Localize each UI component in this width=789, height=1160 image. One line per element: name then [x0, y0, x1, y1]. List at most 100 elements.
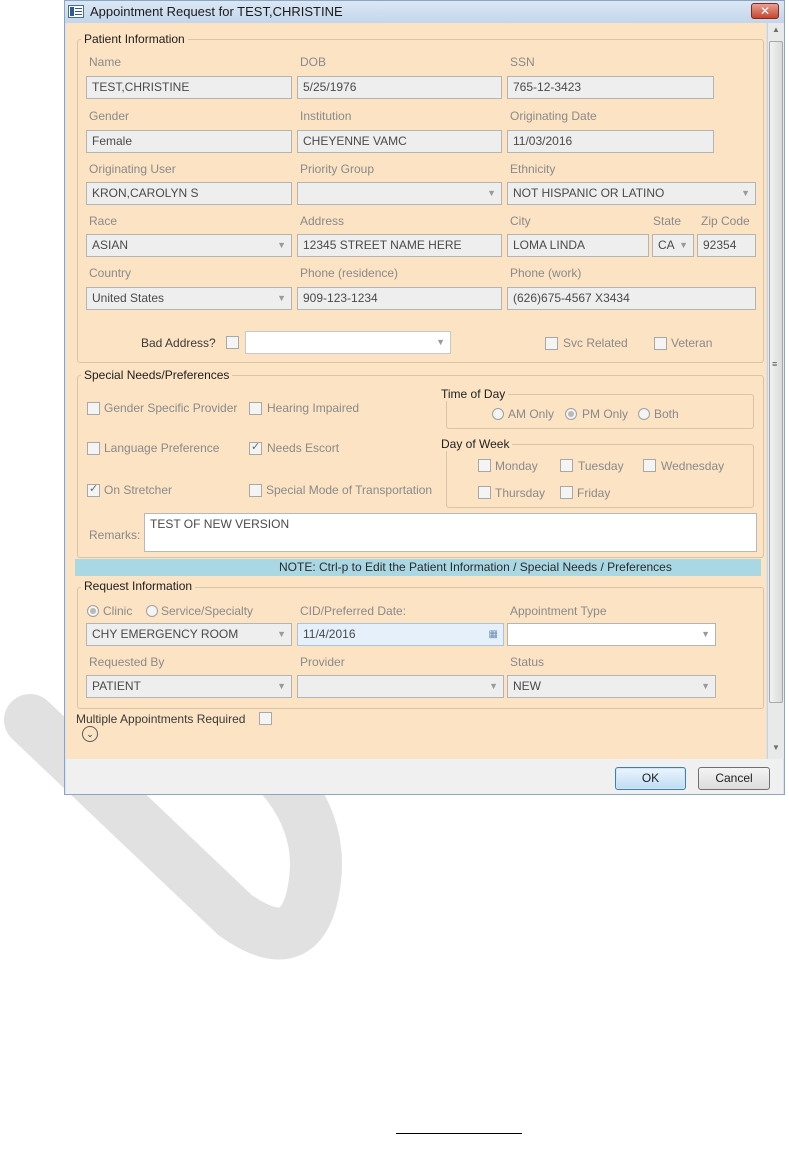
thursday-checkbox[interactable] — [478, 486, 491, 499]
chevron-down-icon: ▼ — [487, 188, 496, 198]
tuesday-checkbox[interactable] — [560, 459, 573, 472]
veteran-checkbox[interactable] — [654, 337, 667, 350]
state-value: CA — [658, 238, 675, 252]
am-only-radio[interactable] — [492, 408, 504, 420]
calendar-icon[interactable]: ▦ — [489, 624, 498, 645]
country-dropdown[interactable]: United States ▼ — [86, 287, 292, 310]
originating-user-field[interactable]: KRON,CAROLYN S — [86, 182, 292, 205]
monday-checkbox[interactable] — [478, 459, 491, 472]
requested-by-value: PATIENT — [92, 679, 141, 693]
ethnicity-label: Ethnicity — [510, 162, 556, 176]
needs-escort-label: Needs Escort — [267, 441, 340, 455]
scroll-grip-icon: ≡ — [772, 359, 778, 369]
chevron-down-icon: ▼ — [701, 681, 710, 691]
needs-escort-checkbox[interactable] — [249, 440, 262, 455]
multiple-appointments-label: Multiple Appointments Required — [76, 712, 246, 726]
time-of-day-title: Time of Day — [438, 387, 509, 401]
clinic-dropdown[interactable]: CHY EMERGENCY ROOM ▼ — [86, 623, 292, 646]
patient-info-title: Patient Information — [81, 32, 188, 46]
cid-date-picker[interactable]: 11/4/2016 ▦ — [297, 623, 504, 646]
language-pref-label: Language Preference — [104, 441, 220, 455]
clinic-radio[interactable] — [87, 605, 99, 617]
service-specialty-radio[interactable] — [146, 605, 158, 617]
language-pref-checkbox[interactable] — [87, 442, 100, 455]
dob-field[interactable]: 5/25/1976 — [297, 76, 502, 99]
chevron-down-icon: ▼ — [277, 681, 286, 691]
zip-label: Zip Code — [701, 214, 750, 228]
ok-button[interactable]: OK — [615, 767, 686, 790]
svc-related-checkbox[interactable] — [545, 337, 558, 350]
friday-checkbox[interactable] — [560, 486, 573, 499]
scroll-up-arrow-icon[interactable]: ▲ — [768, 25, 784, 37]
multiple-appointments-checkbox[interactable] — [259, 712, 272, 725]
phone-work-field[interactable]: (626)675-4567 X3434 — [507, 287, 756, 310]
state-dropdown[interactable]: CA ▼ — [652, 234, 694, 257]
veteran-label: Veteran — [671, 336, 713, 350]
appointment-request-dialog: Appointment Request for TEST,CHRISTINE ✕… — [64, 0, 785, 795]
address-field[interactable]: 12345 STREET NAME HERE — [297, 234, 502, 257]
window-app-icon — [68, 5, 84, 18]
gender-field[interactable]: Female — [86, 130, 292, 153]
bad-address-checkbox[interactable] — [226, 336, 239, 349]
hearing-impaired-checkbox[interactable] — [249, 402, 262, 415]
status-dropdown[interactable]: NEW ▼ — [507, 675, 716, 698]
wednesday-checkbox[interactable] — [643, 459, 656, 472]
race-label: Race — [89, 214, 118, 228]
scroll-thumb[interactable]: ≡ — [769, 41, 783, 703]
note-text: NOTE: Ctrl-p to Edit the Patient Informa… — [279, 560, 672, 574]
ethnicity-value: NOT HISPANIC OR LATINO — [513, 186, 665, 200]
chevron-down-icon: ▼ — [277, 240, 286, 250]
priority-group-dropdown[interactable]: ▼ — [297, 182, 502, 205]
remarks-textarea[interactable]: TEST OF NEW VERSION — [144, 513, 757, 552]
svc-related-label: Svc Related — [563, 336, 628, 350]
city-field[interactable]: LOMA LINDA — [507, 234, 649, 257]
city-label: City — [510, 214, 531, 228]
chevron-down-icon: ▼ — [679, 240, 688, 250]
monday-label: Monday — [495, 459, 538, 473]
clinic-label: Clinic — [103, 604, 133, 618]
vertical-scrollbar[interactable]: ▲ ≡ ▼ — [767, 23, 784, 759]
scroll-down-arrow-icon[interactable]: ▼ — [768, 743, 784, 755]
special-transport-checkbox[interactable] — [249, 484, 262, 497]
institution-field[interactable]: CHEYENNE VAMC — [297, 130, 502, 153]
expand-chevron-icon[interactable]: ⌄ — [82, 726, 98, 742]
bad-address-dropdown[interactable]: ▼ — [245, 331, 451, 354]
status-label: Status — [510, 655, 545, 669]
requested-by-label: Requested By — [89, 655, 165, 669]
gender-provider-checkbox[interactable] — [87, 402, 100, 415]
title-bar: Appointment Request for TEST,CHRISTINE ✕ — [65, 1, 784, 23]
cancel-button[interactable]: Cancel — [698, 767, 770, 790]
originating-date-field[interactable]: 11/03/2016 — [507, 130, 714, 153]
clinic-value: CHY EMERGENCY ROOM — [92, 627, 239, 641]
ssn-field[interactable]: 765-12-3423 — [507, 76, 714, 99]
appointment-type-dropdown[interactable]: ▼ — [507, 623, 716, 646]
country-value: United States — [92, 291, 165, 305]
bad-address-label: Bad Address? — [141, 336, 216, 350]
chevron-down-icon: ▼ — [701, 629, 710, 639]
name-label: Name — [89, 55, 122, 69]
requested-by-dropdown[interactable]: PATIENT ▼ — [86, 675, 292, 698]
institution-label: Institution — [300, 109, 352, 123]
race-dropdown[interactable]: ASIAN ▼ — [86, 234, 292, 257]
phone-residence-label: Phone (residence) — [300, 266, 399, 280]
originating-user-label: Originating User — [89, 162, 176, 176]
dialog-footer: OK Cancel — [66, 759, 783, 794]
ethnicity-dropdown[interactable]: NOT HISPANIC OR LATINO ▼ — [507, 182, 756, 205]
name-field[interactable]: TEST,CHRISTINE — [86, 76, 292, 99]
dob-label: DOB — [300, 55, 327, 69]
originating-date-label: Originating Date — [510, 109, 597, 123]
on-stretcher-checkbox[interactable] — [87, 482, 100, 497]
phone-residence-field[interactable]: 909-123-1234 — [297, 287, 502, 310]
remarks-label: Remarks: — [89, 528, 141, 542]
close-button[interactable]: ✕ — [751, 3, 779, 19]
status-value: NEW — [513, 679, 541, 693]
chevron-down-icon: ▼ — [277, 629, 286, 639]
provider-dropdown[interactable]: ▼ — [297, 675, 504, 698]
zip-field[interactable]: 92354 — [697, 234, 756, 257]
chevron-down-icon: ▼ — [436, 337, 445, 347]
pm-only-radio[interactable] — [565, 408, 577, 420]
address-label: Address — [300, 214, 345, 228]
state-label: State — [653, 214, 682, 228]
both-radio[interactable] — [638, 408, 650, 420]
phone-work-label: Phone (work) — [510, 266, 582, 280]
